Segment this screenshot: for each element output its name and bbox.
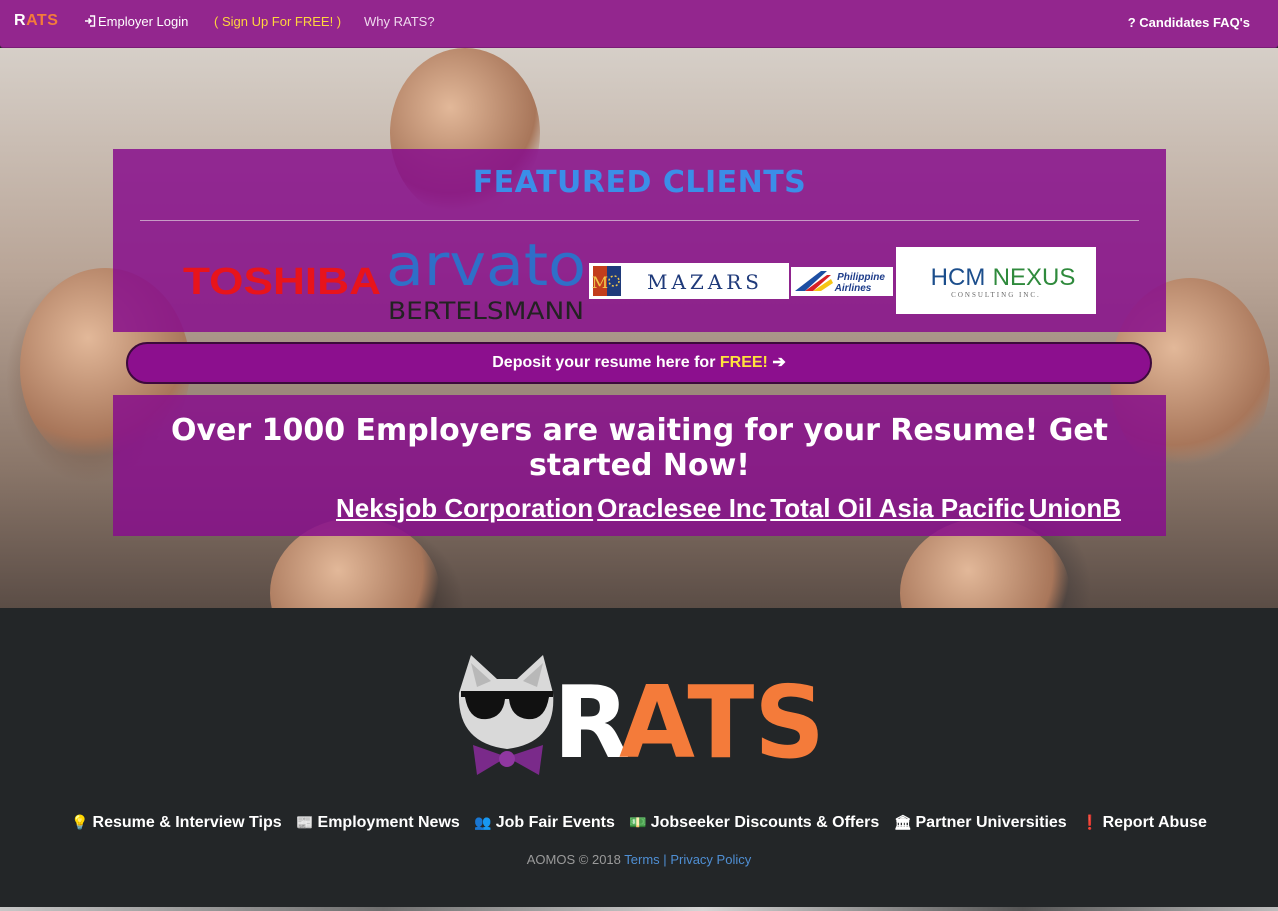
- resume-tips-link[interactable]: 💡 Resume & Interview Tips: [71, 814, 282, 832]
- partner-universities-label: Partner Universities: [915, 814, 1067, 831]
- deposit-button-label: Deposit your resume here for: [492, 354, 720, 371]
- brand-logo[interactable]: RATS: [14, 12, 58, 30]
- rats-footer-logo[interactable]: R ATS: [453, 653, 828, 778]
- deposit-free-label: FREE!: [719, 354, 768, 371]
- exclamation-circle-icon: ❗: [1081, 814, 1099, 830]
- featured-divider: [140, 220, 1139, 221]
- mazars-logo[interactable]: M MAZARS: [589, 263, 789, 299]
- arrow-right-icon: ➔: [772, 354, 786, 371]
- hcm-nexus-logo[interactable]: HCM NEXUS CONSULTING INC.: [896, 247, 1096, 314]
- signup-link[interactable]: ( Sign Up For FREE! ): [214, 14, 341, 29]
- job-fair-events-label: Job Fair Events: [495, 814, 615, 831]
- bertelsmann-logo-text: BERTELSMANN: [388, 297, 584, 323]
- candidates-faq-link[interactable]: ? Candidates FAQ's: [1128, 15, 1250, 30]
- partner-universities-link[interactable]: 🏛 Partner Universities: [894, 814, 1067, 832]
- mazars-logo-text: MAZARS: [647, 270, 763, 294]
- jobseeker-discounts-label: Jobseeker Discounts & Offers: [650, 814, 880, 831]
- hcm-logo-subtext: CONSULTING INC.: [951, 291, 1041, 299]
- pal-logo-line2: Airlines: [834, 283, 872, 294]
- report-abuse-label: Report Abuse: [1102, 814, 1207, 831]
- hero-section: FEATURED CLIENTS TOSHIBA arvato BERTELSM…: [0, 48, 1278, 608]
- arvato-logo-text: arvato: [386, 237, 586, 299]
- employment-news-link[interactable]: 📰 Employment News: [296, 814, 460, 832]
- footer-logo-ats: ATS: [619, 664, 825, 778]
- featured-clients-title: FEATURED CLIENTS: [472, 165, 807, 200]
- page-footer: R ATS 💡 Resume & Interview Tips 📰 Employme…: [0, 608, 1278, 911]
- resume-tips-label: Resume & Interview Tips: [92, 814, 282, 831]
- toshiba-logo[interactable]: TOSHIBA: [181, 262, 383, 302]
- link-separator: |: [663, 852, 667, 867]
- job-fair-events-link[interactable]: 👥 Job Fair Events: [474, 814, 615, 832]
- hcm-logo-text: HCM: [931, 264, 986, 291]
- pal-logo-line1: Philippine: [837, 272, 885, 283]
- privacy-policy-link[interactable]: Privacy Policy: [670, 852, 751, 867]
- users-icon: 👥: [474, 814, 492, 830]
- employers-cta-panel: Over 1000 Employers are waiting for your…: [113, 395, 1166, 536]
- newspaper-icon: 📰: [296, 814, 314, 830]
- employer-login-label: Employer Login: [98, 14, 189, 29]
- bottom-edge-strip: [0, 907, 1278, 911]
- lightbulb-icon: 💡: [71, 814, 89, 830]
- featured-clients-panel: FEATURED CLIENTS TOSHIBA arvato BERTELSM…: [113, 149, 1166, 332]
- employer-link[interactable]: Total Oil Asia Pacific: [770, 493, 1024, 524]
- jobseeker-discounts-link[interactable]: 💵 Jobseeker Discounts & Offers: [629, 814, 879, 832]
- toshiba-logo-text: TOSHIBA: [183, 262, 381, 302]
- top-navbar: RATS Employer Login ( Sign Up For FREE! …: [0, 0, 1278, 48]
- copyright-line: AOMOS © 2018 Terms | Privacy Policy: [0, 852, 1278, 867]
- employment-news-label: Employment News: [317, 814, 460, 831]
- copyright-text: AOMOS © 2018: [526, 852, 621, 867]
- why-rats-link[interactable]: Why RATS?: [364, 14, 435, 29]
- brand-r: R: [14, 12, 27, 29]
- money-icon: 💵: [629, 814, 647, 830]
- cta-headline: Over 1000 Employers are waiting for your…: [170, 413, 1109, 483]
- university-icon: 🏛: [893, 814, 912, 830]
- nexus-logo-text: NEXUS: [993, 264, 1076, 291]
- sign-in-icon: [85, 15, 96, 27]
- employer-link[interactable]: Neksjob Corporation: [336, 493, 593, 524]
- terms-link[interactable]: Terms: [624, 852, 659, 867]
- footer-links: 💡 Resume & Interview Tips 📰 Employment New…: [0, 814, 1278, 832]
- employer-ticker: Neksjob Corporation Oraclesee Inc Total Oi…: [336, 493, 1152, 527]
- mazars-mark-letter: M: [592, 273, 608, 292]
- philippine-airlines-logo[interactable]: Philippine Airlines: [791, 267, 893, 296]
- deposit-resume-button[interactable]: Deposit your resume here for FREE! ➔: [126, 342, 1152, 384]
- brand-ats: ATS: [26, 12, 59, 29]
- report-abuse-link[interactable]: ❗ Report Abuse: [1081, 814, 1207, 832]
- employer-login-link[interactable]: Employer Login: [84, 14, 188, 29]
- employer-link[interactable]: UnionB: [1029, 493, 1121, 524]
- arvato-logo[interactable]: arvato BERTELSMANN: [385, 237, 587, 323]
- employer-link[interactable]: Oraclesee Inc: [597, 493, 766, 524]
